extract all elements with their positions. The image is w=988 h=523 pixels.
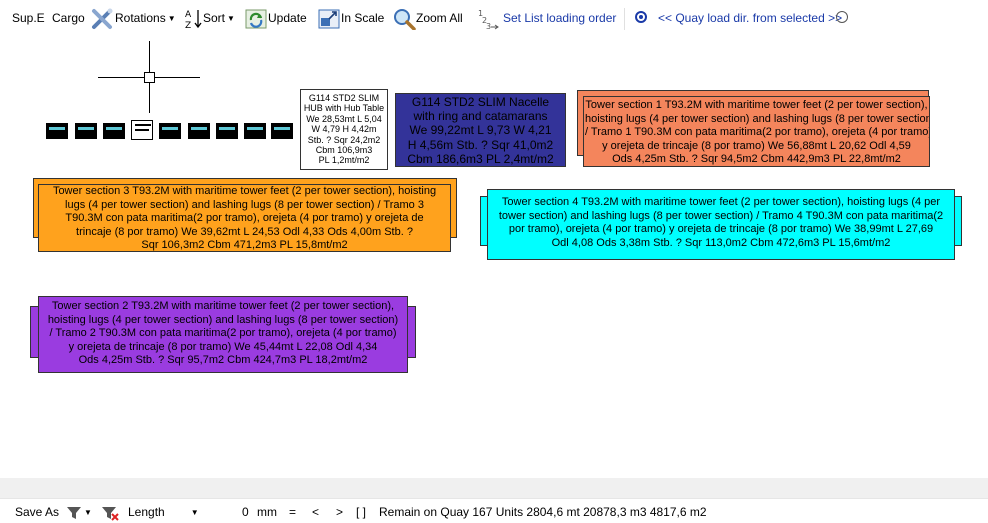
cargo-label-line: We 28,53mt L 5,04 <box>306 113 382 124</box>
brackets-button[interactable]: [ ] <box>356 503 366 521</box>
rotations-dropdown[interactable]: Rotations ▼ <box>91 6 176 30</box>
chevron-down-icon: ▼ <box>167 13 176 23</box>
cargo-label-line: HUB with Hub Table <box>303 103 385 114</box>
filter-dropdown[interactable]: ▼ <box>66 503 92 521</box>
cargo-label-line: W 4,79 H 4,42m <box>311 124 377 135</box>
bottom-toolbar: Save As ▼ Length ▼ 0 mm = < > [ ] Remain … <box>0 498 988 523</box>
chevron-down-icon: ▼ <box>190 507 199 517</box>
quay-direction-radio-right[interactable] <box>836 11 848 23</box>
cargo-label-line: We 99,22mt L 9,73 W 4,21 <box>409 123 552 138</box>
sort-az-icon: A Z <box>185 9 202 30</box>
container-unit[interactable] <box>159 123 181 139</box>
cargo-label: Tower section 4 T93.2M with maritime tow… <box>489 196 953 250</box>
equals-button[interactable]: = <box>289 503 296 521</box>
refresh-icon <box>245 9 267 29</box>
container-unit[interactable] <box>46 123 68 139</box>
save-as-button[interactable]: Save As <box>15 503 59 521</box>
cargo-label-line: hoisting lugs (4 per tower section) and … <box>47 313 399 326</box>
svg-text:3: 3 <box>486 22 491 30</box>
cargo-label-line: hoisting lugs (4 per tower section) and … <box>585 112 930 125</box>
cargo-label-line: T90.3M con pata maritima(2 por tramo), o… <box>65 212 424 225</box>
clear-filter-button[interactable] <box>101 503 119 521</box>
in-scale-button[interactable]: In Scale <box>317 6 384 30</box>
clear-filter-icon <box>102 506 119 521</box>
cargo-label-line: lugs (4 per tower section) and lashing l… <box>65 198 424 211</box>
svg-text:Z: Z <box>185 21 191 30</box>
cargo-label-line: Stb. ? Sqr 24,2m2 <box>307 134 381 145</box>
supe-button[interactable]: Sup.E <box>12 6 45 30</box>
cargo-label: G114 STD2 SLIM HUB with Hub Table We 28,53… <box>302 93 386 166</box>
sort-dropdown[interactable]: A Z Sort ▼ <box>185 6 235 30</box>
radio-dot <box>639 15 643 19</box>
quay-load-direction-button[interactable]: << Quay load dir. from selected >> <box>658 6 842 30</box>
cargo-label-line: Tower section 1 T93.2M with maritime tow… <box>585 99 928 111</box>
cargo-label-line: Odl 4,08 Ods 3,38m Stb. ? Sqr 113,0m2 Cb… <box>551 236 891 249</box>
previous-button[interactable]: < <box>312 503 319 521</box>
update-button[interactable]: Update <box>244 6 307 30</box>
cargo-tower-section-4[interactable]: Tower section 4 T93.2M with maritime tow… <box>487 189 955 260</box>
toolbar-divider <box>624 8 625 30</box>
cargo-label-line: H 4,56m Stb. ? Sqr 41,0m2 <box>407 137 554 152</box>
cargo-label-line: por tramo), orejeta (4 por tramo) y orej… <box>508 223 934 236</box>
length-dropdown[interactable]: Length ▼ <box>128 503 199 521</box>
next-button[interactable]: > <box>336 503 343 521</box>
cargo-button[interactable]: Cargo <box>52 6 85 30</box>
cargo-label-line: Sqr 106,3m2 Cbm 471,2m3 PL 15,8mt/m2 <box>141 239 348 252</box>
crosshair-center-box <box>144 72 155 83</box>
cargo-tower-section-1[interactable]: Tower section 1 T93.2M with maritime tow… <box>583 96 930 167</box>
remain-on-quay-status: Remain on Quay 167 Units 2804,6 mt 20878… <box>379 505 707 519</box>
cargo-tower-section-2[interactable]: Tower section 2 T93.2M with maritime tow… <box>38 296 408 373</box>
filter-icon <box>67 506 81 519</box>
set-list-loading-order-button[interactable]: 1 2 3 Set List loading order <box>478 6 616 30</box>
length-unit: mm <box>257 505 277 519</box>
chevron-down-icon: ▼ <box>84 507 92 517</box>
main-toolbar: Sup.E Cargo Rotations ▼ A Z Sort ▼ Update … <box>0 0 988 38</box>
cargo-label-line: / Tramo 2 T90.3M con pata maritima(2 por… <box>49 327 397 340</box>
cargo-label-line: Ods 4,25m Stb. ? Sqr 95,7m2 Cbm 424,7m3 … <box>78 354 368 367</box>
cargo-label-line: PL 1,2mt/m2 <box>318 155 370 166</box>
cargo-label-line: Cbm 106,9m3 <box>315 145 373 156</box>
cargo-label-line: Tower section 3 T93.2M with maritime tow… <box>52 185 437 197</box>
container-unit[interactable] <box>75 123 97 139</box>
chevron-down-icon: ▼ <box>227 13 235 23</box>
cargo-label-line: Tower section 4 T93.2M with maritime tow… <box>501 196 941 208</box>
cargo-label-line: y orejeta de trincaje (8 por tramo) We 4… <box>68 340 378 353</box>
cargo-label-line: G114 STD2 SLIM Nacelle <box>411 95 550 109</box>
cargo-label-line: G114 STD2 SLIM <box>308 93 380 103</box>
cargo-label-line: y orejeta de trincaje (8 por tramo) We 5… <box>602 139 911 152</box>
cargo-label: Tower section 2 T93.2M with maritime tow… <box>40 300 406 368</box>
cargo-g114-nacelle[interactable]: G114 STD2 SLIM Nacelle with ring and cata… <box>395 93 566 167</box>
numbered-list-icon: 1 2 3 <box>478 9 499 30</box>
container-unit[interactable] <box>271 123 293 139</box>
wrench-cross-icon <box>92 8 113 29</box>
svg-text:A: A <box>185 10 192 20</box>
container-unit[interactable] <box>216 123 238 139</box>
length-value-input[interactable]: 0 <box>242 503 249 521</box>
cargo-label-line: / Tramo 1 T90.3M con pata maritima(2 por… <box>585 126 930 139</box>
cargo-label-line: Ods 4,25m Stb. ? Sqr 94,5m2 Cbm 442,9m3 … <box>612 153 901 166</box>
status-strip <box>0 478 988 498</box>
cargo-label-line: Cbm 186,6m3 PL 2,4mt/m2 <box>407 151 554 166</box>
cargo-label-line: Tower section 2 T93.2M with maritime tow… <box>51 300 395 312</box>
cargo-label-line: tower section) and lashing lugs (8 per t… <box>498 209 944 222</box>
cargo-label: Tower section 1 T93.2M with maritime tow… <box>585 99 930 166</box>
cargo-label: Tower section 3 T93.2M with maritime tow… <box>40 185 449 252</box>
container-unit[interactable] <box>188 123 210 139</box>
container-unit[interactable] <box>103 123 125 139</box>
cargo-label: G114 STD2 SLIM Nacelle with ring and cata… <box>397 95 564 166</box>
stowage-canvas[interactable]: G114 STD2 SLIM HUB with Hub Table We 28,53… <box>0 38 988 478</box>
container-unit[interactable] <box>244 123 266 139</box>
magnifier-icon <box>394 8 416 30</box>
cargo-tower-section-3[interactable]: Tower section 3 T93.2M with maritime tow… <box>38 184 451 252</box>
scale-icon <box>318 9 340 29</box>
zoom-all-button[interactable]: Zoom All <box>392 6 463 30</box>
cargo-label-line: with ring and catamarans <box>413 109 548 124</box>
container-unit-selected[interactable] <box>131 120 153 140</box>
cargo-g114-hub[interactable]: G114 STD2 SLIM HUB with Hub Table We 28,53… <box>300 89 388 170</box>
quay-direction-radio-left[interactable] <box>635 11 647 23</box>
cargo-label-line: trincaje (8 por tramo) We 39,62mt L 24,5… <box>76 225 413 238</box>
